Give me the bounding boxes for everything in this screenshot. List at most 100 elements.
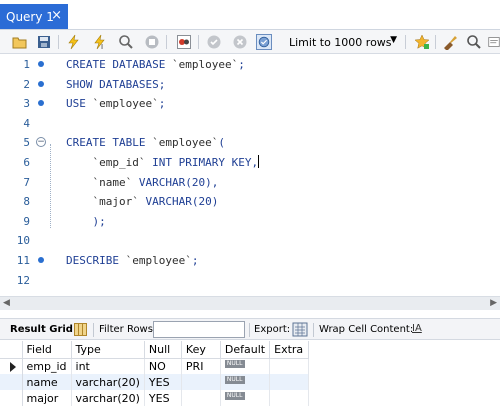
scroll-left-icon[interactable]: ◀ — [3, 298, 10, 308]
table-cell[interactable]: YES — [144, 374, 182, 390]
stop-icon[interactable] — [144, 34, 160, 50]
editor-toolbar: I Limit to 1000 rows ▼ — [0, 30, 500, 54]
result-grid-tab[interactable]: Result Grid — [10, 324, 73, 335]
close-icon[interactable]: × — [51, 9, 62, 23]
editor-line[interactable]: 12 — [0, 271, 500, 290]
statement-marker-icon — [38, 100, 44, 107]
tab-title: Query 1 — [6, 10, 54, 24]
table-row[interactable]: major varchar(20) YES NULL — [0, 390, 310, 406]
column-header[interactable]: Field — [22, 341, 72, 359]
column-header[interactable]: Default — [220, 341, 271, 359]
statement-marker-icon — [38, 80, 44, 87]
limit-rows-select[interactable]: Limit to 1000 rows ▼ — [285, 34, 403, 51]
line-number: 3 — [23, 97, 30, 111]
line-number: 5 — [23, 136, 30, 150]
save-icon[interactable] — [36, 34, 52, 50]
toolbar-separator — [435, 35, 436, 49]
editor-line[interactable]: 6 `emp_id` INT PRIMARY KEY, — [0, 153, 500, 172]
table-cell[interactable]: NULL — [220, 374, 271, 390]
table-cell[interactable]: varchar(20) — [71, 374, 145, 390]
text-caret — [258, 155, 260, 168]
row-header-corner — [0, 341, 23, 359]
table-cell[interactable]: varchar(20) — [71, 390, 145, 406]
line-number: 10 — [16, 234, 30, 248]
table-cell[interactable]: major — [22, 390, 72, 406]
code-keyword: CREATE TABLE — [66, 136, 153, 150]
table-cell[interactable]: emp_id — [22, 358, 72, 374]
svg-text:I: I — [101, 43, 103, 50]
code-keyword: SHOW DATABASES; — [66, 77, 166, 91]
code-identifier: `employee` — [92, 97, 159, 111]
table-cell[interactable] — [269, 358, 310, 374]
table-cell[interactable] — [269, 390, 310, 406]
search-icon[interactable] — [466, 34, 482, 50]
filter-rows-input[interactable] — [153, 321, 245, 338]
line-number: 4 — [23, 116, 30, 130]
editor-line[interactable]: 1 CREATE DATABASE `employee`; — [0, 55, 500, 74]
table-cell[interactable]: YES — [144, 390, 182, 406]
open-file-icon[interactable] — [12, 34, 28, 50]
editor-line[interactable]: 4 — [0, 114, 500, 133]
code-identifier: `name` — [66, 175, 133, 189]
table-cell[interactable]: NULL — [220, 358, 271, 374]
line-number: 12 — [16, 273, 30, 287]
sql-editor[interactable]: 1 CREATE DATABASE `employee`; 2 SHOW DATABA… — [0, 54, 500, 296]
editor-line[interactable]: 3 USE `employee`; — [0, 94, 500, 113]
table-row[interactable]: emp_id int NO PRI NULL — [0, 358, 310, 374]
autocommit-icon[interactable] — [256, 34, 272, 50]
table-row[interactable]: name varchar(20) YES NULL — [0, 374, 310, 390]
table-cell[interactable] — [181, 390, 221, 406]
explain-icon[interactable] — [118, 34, 134, 50]
code-text: CREATE DATABASE `employee`; — [66, 55, 245, 74]
scroll-right-icon[interactable]: ▶ — [490, 298, 497, 308]
code-identifier: `employee` — [125, 254, 192, 267]
editor-line[interactable]: 10 — [0, 231, 500, 250]
code-keyword: ; — [191, 254, 199, 267]
editor-line[interactable]: 5− CREATE TABLE `employee`( — [0, 133, 500, 152]
toolbar-separator — [249, 323, 250, 337]
commit-icon[interactable] — [206, 34, 222, 50]
code-text: `major` VARCHAR(20) — [66, 192, 218, 211]
tab-query-1[interactable]: Query 1 × — [0, 4, 68, 30]
export-icon[interactable] — [292, 322, 308, 337]
editor-line[interactable]: 9 ); — [0, 212, 500, 231]
fold-toggle-icon[interactable]: − — [36, 137, 46, 148]
code-keyword: USE — [66, 97, 93, 111]
wrap-text-icon[interactable] — [488, 34, 500, 50]
execute-current-icon[interactable]: I — [92, 34, 108, 50]
editor-line[interactable]: 2 SHOW DATABASES; — [0, 75, 500, 94]
column-header[interactable]: Type — [71, 341, 145, 359]
editor-line[interactable]: 7 `name` VARCHAR(20), — [0, 173, 500, 192]
tab-strip: Query 1 × — [0, 0, 500, 30]
row-header — [0, 390, 23, 406]
code-keyword: ; — [238, 58, 245, 71]
rollback-icon[interactable] — [232, 34, 248, 50]
code-text: CREATE TABLE `employee`( — [66, 133, 225, 152]
column-header[interactable]: Extra — [269, 341, 310, 359]
toggle-continue-icon[interactable] — [176, 34, 192, 50]
horizontal-scrollbar[interactable]: ◀ ▶ — [0, 296, 500, 310]
find-icon[interactable] — [442, 34, 458, 50]
table-cell[interactable] — [269, 374, 310, 390]
table-cell[interactable]: NO — [144, 358, 182, 374]
line-number: 9 — [23, 214, 30, 228]
column-header[interactable]: Key — [181, 341, 221, 359]
table-cell[interactable]: NULL — [220, 390, 271, 406]
execute-icon[interactable] — [66, 34, 82, 50]
row-pointer-icon — [0, 358, 23, 374]
wrap-cell-label: Wrap Cell Content: — [319, 324, 414, 335]
table-cell[interactable]: int — [71, 358, 145, 374]
wrap-cell-icon[interactable]: IA — [412, 323, 424, 336]
table-cell[interactable]: name — [22, 374, 72, 390]
beautify-icon[interactable] — [414, 34, 430, 50]
line-number: 11 — [16, 254, 30, 267]
table-cell[interactable]: PRI — [181, 358, 221, 374]
column-header[interactable]: Null — [144, 341, 182, 359]
editor-line[interactable]: 8 `major` VARCHAR(20) — [0, 192, 500, 211]
result-toolbar: Result Grid Filter Rows: Export: Wrap Ce… — [0, 318, 500, 340]
toolbar-separator — [166, 35, 167, 49]
table-cell[interactable] — [181, 374, 221, 390]
editor-line[interactable]: 11 DESCRIBE `employee`; — [0, 251, 500, 270]
grid-icon[interactable] — [74, 323, 87, 336]
toolbar-separator — [58, 35, 59, 49]
